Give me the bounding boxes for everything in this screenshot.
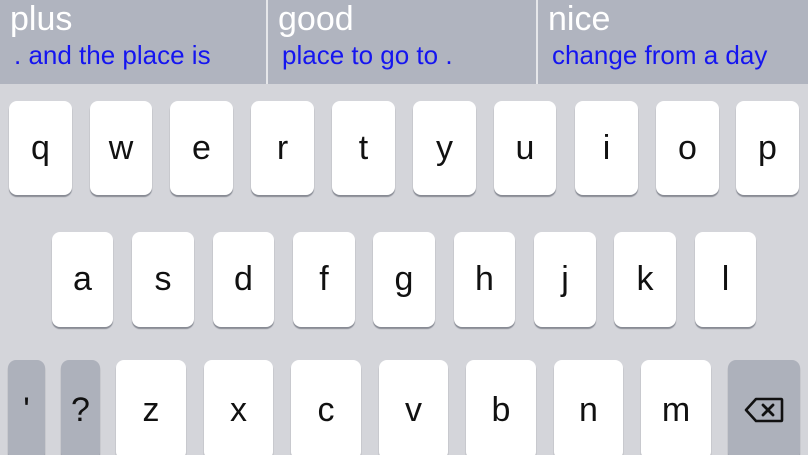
key-p[interactable]: p [736, 101, 799, 195]
suggestion-word: plus [10, 0, 73, 38]
key-f[interactable]: f [293, 232, 355, 327]
key-backspace[interactable] [728, 360, 800, 455]
key-g[interactable]: g [373, 232, 435, 327]
key-t[interactable]: t [332, 101, 395, 195]
key-r[interactable]: r [251, 101, 314, 195]
key-h[interactable]: h [454, 232, 515, 327]
key-m[interactable]: m [641, 360, 711, 455]
keyboard: q w e r t y u i o p a s d f g h j k l ' … [0, 84, 808, 455]
key-u[interactable]: u [494, 101, 556, 195]
key-k[interactable]: k [614, 232, 676, 327]
suggestion-bar: plus . and the place is good place to go… [0, 0, 808, 84]
key-s[interactable]: s [132, 232, 194, 327]
key-question-mark[interactable]: ? [61, 360, 100, 455]
key-apostrophe[interactable]: ' [8, 360, 45, 455]
key-z[interactable]: z [116, 360, 186, 455]
key-n[interactable]: n [554, 360, 623, 455]
key-d[interactable]: d [213, 232, 274, 327]
key-q[interactable]: q [9, 101, 72, 195]
key-i[interactable]: i [575, 101, 638, 195]
backspace-icon [744, 397, 784, 423]
key-o[interactable]: o [656, 101, 719, 195]
key-e[interactable]: e [170, 101, 233, 195]
suggestion-2[interactable]: good place to go to . [268, 0, 536, 84]
suggestion-phrase: . and the place is [14, 40, 211, 70]
key-w[interactable]: w [90, 101, 152, 195]
key-v[interactable]: v [379, 360, 448, 455]
suggestion-phrase: place to go to . [282, 40, 453, 70]
key-b[interactable]: b [466, 360, 536, 455]
keyboard-screen: plus . and the place is good place to go… [0, 0, 808, 455]
key-l[interactable]: l [695, 232, 756, 327]
suggestion-1[interactable]: plus . and the place is [0, 0, 266, 84]
suggestion-word: good [278, 0, 354, 38]
key-a[interactable]: a [52, 232, 113, 327]
key-c[interactable]: c [291, 360, 361, 455]
key-x[interactable]: x [204, 360, 273, 455]
suggestion-word: nice [548, 0, 611, 38]
key-j[interactable]: j [534, 232, 596, 327]
key-y[interactable]: y [413, 101, 476, 195]
suggestion-phrase: change from a day [552, 40, 768, 70]
suggestion-3[interactable]: nice change from a day [538, 0, 808, 84]
